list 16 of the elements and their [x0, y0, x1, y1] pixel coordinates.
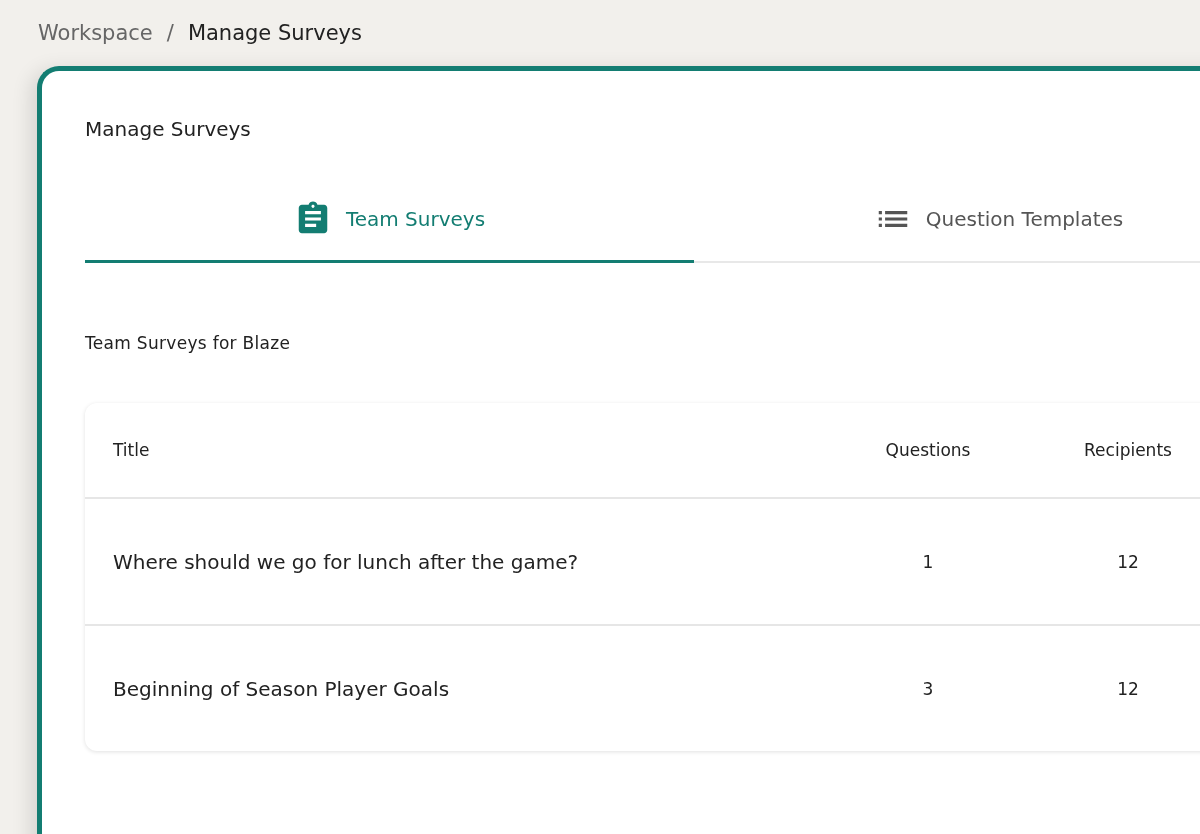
panel-title: Manage Surveys [85, 117, 252, 143]
survey-title[interactable]: Where should we go for lunch after the game? [85, 549, 828, 574]
page-heading: Manage Surveys [187, 21, 362, 45]
column-header: Questions [884, 440, 972, 460]
tab[interactable]: Team Surveys [85, 177, 694, 263]
survey-title[interactable]: Beginning of Season Player Goals [85, 676, 828, 701]
breadcrumb-link[interactable]: Workspace [38, 21, 153, 45]
table-cell-text: 12 [1116, 551, 1140, 572]
table-cell-text: 1 [921, 551, 935, 572]
table-cell-text: 12 [1116, 678, 1140, 699]
section-title: Team Surveys for Blaze [85, 333, 292, 353]
breadcrumb-separator: / [166, 21, 174, 45]
column-header: Title [112, 440, 151, 460]
tab[interactable]: Question Templates [694, 177, 1200, 263]
table-cell-text: 3 [921, 678, 935, 699]
column-header: Recipients [1083, 440, 1173, 460]
